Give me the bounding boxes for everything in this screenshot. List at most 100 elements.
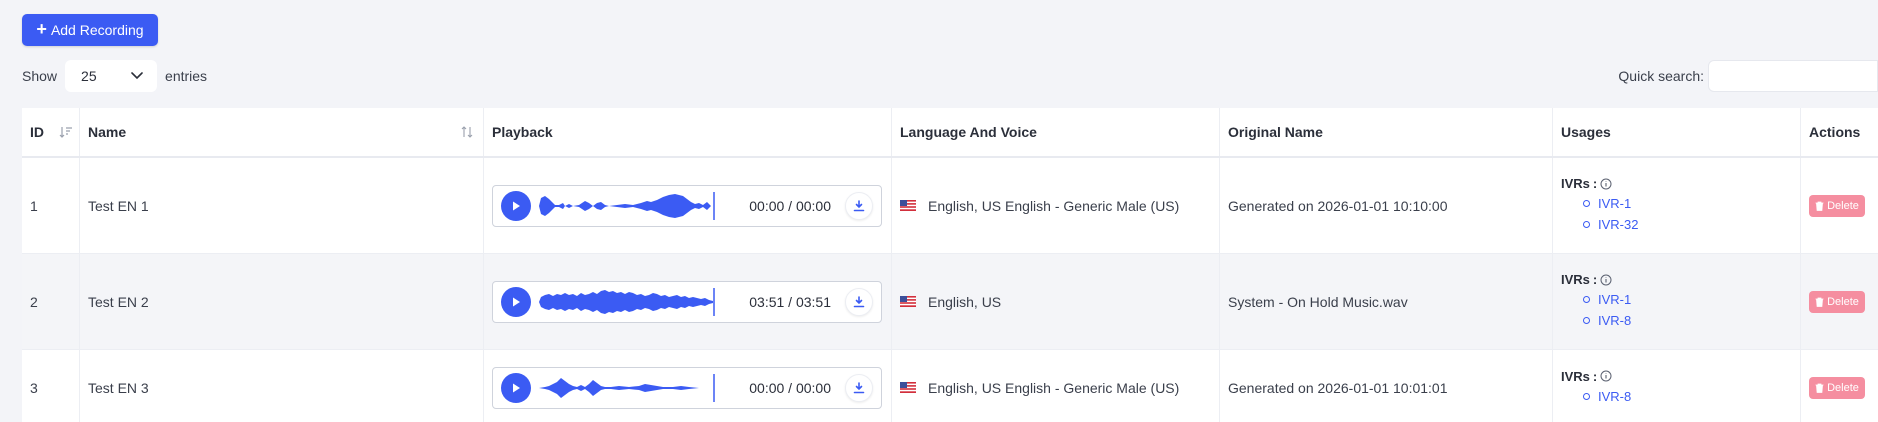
play-button[interactable] bbox=[501, 286, 531, 317]
language-voice: English, US English - Generic Male (US) bbox=[928, 197, 1180, 214]
column-header-language: Language And Voice bbox=[892, 108, 1220, 156]
entries-select[interactable]: 25 bbox=[65, 60, 158, 92]
table-row: 2 Test EN 2 03:51 / 03:51 English, US Sy… bbox=[22, 254, 1878, 350]
waveform[interactable] bbox=[539, 286, 715, 318]
audio-player: 00:00 / 00:00 bbox=[492, 184, 882, 227]
add-recording-button[interactable]: + Add Recording bbox=[22, 14, 158, 46]
language-cell: English, US English - Generic Male (US) bbox=[892, 158, 1220, 253]
language-voice: English, US English - Generic Male (US) bbox=[928, 379, 1180, 396]
column-header-name[interactable]: Name bbox=[80, 108, 484, 156]
quick-search-input[interactable] bbox=[1708, 60, 1878, 92]
usage-list: IVR-1 IVR-8 bbox=[1583, 289, 1631, 331]
quick-search: Quick search: bbox=[1618, 60, 1878, 92]
playback-time: 03:51 / 03:51 bbox=[749, 293, 831, 310]
usage-link[interactable]: IVR-8 bbox=[1583, 310, 1631, 331]
usages-cell: IVRs: IVR-1 IVR-32 bbox=[1553, 158, 1801, 253]
usage-title-label: IVRs bbox=[1561, 272, 1590, 287]
delete-button[interactable]: Delete bbox=[1809, 194, 1865, 217]
playback-time: 00:00 / 00:00 bbox=[749, 379, 831, 396]
language-cell: English, US bbox=[892, 254, 1220, 349]
us-flag-icon bbox=[900, 382, 916, 393]
entries-label: entries bbox=[165, 68, 208, 84]
trash-icon bbox=[1815, 383, 1824, 393]
playback-time: 00:00 / 00:00 bbox=[749, 197, 831, 214]
trash-icon bbox=[1815, 201, 1824, 211]
audio-player: 00:00 / 00:00 bbox=[492, 366, 882, 409]
usages-cell: IVRs: IVR-8 bbox=[1553, 350, 1801, 422]
playback-cell: 00:00 / 00:00 bbox=[484, 350, 892, 422]
column-header-usages: Usages bbox=[1553, 108, 1801, 156]
column-header-id-label: ID bbox=[30, 124, 44, 140]
download-button[interactable] bbox=[845, 373, 873, 402]
playback-cell: 00:00 / 00:00 bbox=[484, 158, 892, 253]
language-cell: English, US English - Generic Male (US) bbox=[892, 350, 1220, 422]
column-header-id[interactable]: ID bbox=[22, 108, 80, 156]
column-header-actions: Actions bbox=[1801, 108, 1878, 156]
waveform[interactable] bbox=[539, 372, 715, 404]
download-button[interactable] bbox=[845, 191, 873, 220]
original-name: System - On Hold Music.wav bbox=[1220, 254, 1553, 349]
entries-select-value: 25 bbox=[81, 68, 97, 84]
add-recording-label: Add Recording bbox=[50, 22, 144, 38]
delete-label: Delete bbox=[1827, 295, 1859, 308]
column-header-playback: Playback bbox=[484, 108, 892, 156]
delete-button[interactable]: Delete bbox=[1809, 376, 1865, 399]
download-icon bbox=[853, 295, 865, 307]
row-name: Test EN 3 bbox=[80, 350, 484, 422]
usage-link[interactable]: IVR-1 bbox=[1583, 289, 1631, 310]
info-icon[interactable] bbox=[1600, 370, 1612, 382]
column-header-language-label: Language And Voice bbox=[900, 124, 1037, 140]
original-name: Generated on 2026-01-01 10:01:01 bbox=[1220, 350, 1553, 422]
play-icon bbox=[513, 297, 520, 306]
show-label: Show bbox=[22, 68, 58, 84]
row-id: 3 bbox=[22, 350, 80, 422]
usage-title: IVRs: bbox=[1561, 369, 1612, 384]
row-id: 1 bbox=[22, 158, 80, 253]
column-header-usages-label: Usages bbox=[1561, 124, 1611, 140]
row-name: Test EN 1 bbox=[80, 158, 484, 253]
quick-search-label: Quick search: bbox=[1618, 68, 1704, 84]
usage-title-label: IVRs bbox=[1561, 368, 1590, 384]
actions-cell: Delete bbox=[1801, 158, 1878, 253]
column-header-playback-label: Playback bbox=[492, 124, 553, 140]
audio-player: 03:51 / 03:51 bbox=[492, 280, 882, 323]
usage-link[interactable]: IVR-1 bbox=[1583, 193, 1638, 214]
usage-link[interactable]: IVR-32 bbox=[1583, 214, 1638, 235]
column-header-name-label: Name bbox=[88, 124, 127, 140]
usage-list: IVR-8 bbox=[1583, 386, 1631, 407]
column-header-original-label: Original Name bbox=[1228, 124, 1323, 140]
sort-icon bbox=[461, 126, 473, 141]
column-header-original-name: Original Name bbox=[1220, 108, 1553, 156]
download-icon bbox=[853, 381, 865, 393]
language-voice: English, US bbox=[928, 293, 1002, 310]
delete-button[interactable]: Delete bbox=[1809, 290, 1865, 313]
delete-label: Delete bbox=[1827, 381, 1859, 394]
recordings-table: ID Name Playback Language And Voice Orig… bbox=[22, 108, 1878, 422]
play-icon bbox=[513, 201, 520, 210]
chevron-down-icon bbox=[131, 72, 143, 80]
us-flag-icon bbox=[900, 200, 916, 211]
actions-cell: Delete bbox=[1801, 254, 1878, 349]
usages-cell: IVRs: IVR-1 IVR-8 bbox=[1553, 254, 1801, 349]
play-button[interactable] bbox=[501, 190, 531, 221]
info-icon[interactable] bbox=[1600, 274, 1612, 286]
table-header: ID Name Playback Language And Voice Orig… bbox=[22, 108, 1878, 158]
info-icon[interactable] bbox=[1600, 178, 1612, 190]
usage-list: IVR-1 IVR-32 bbox=[1583, 193, 1638, 235]
waveform[interactable] bbox=[539, 190, 715, 222]
column-header-actions-label: Actions bbox=[1809, 124, 1861, 140]
download-icon bbox=[853, 199, 865, 211]
us-flag-icon bbox=[900, 296, 916, 307]
play-button[interactable] bbox=[501, 372, 531, 403]
trash-icon bbox=[1815, 297, 1824, 307]
actions-cell: Delete bbox=[1801, 350, 1878, 422]
download-button[interactable] bbox=[845, 287, 873, 316]
table-row: 3 Test EN 3 00:00 / 00:00 English, US En… bbox=[22, 350, 1878, 422]
usage-title: IVRs: bbox=[1561, 272, 1612, 287]
entries-length-control: Show 25 entries bbox=[22, 60, 207, 92]
playback-cell: 03:51 / 03:51 bbox=[484, 254, 892, 349]
usage-title-label: IVRs bbox=[1561, 176, 1590, 191]
delete-label: Delete bbox=[1827, 199, 1859, 212]
usage-link[interactable]: IVR-8 bbox=[1583, 386, 1631, 407]
original-name: Generated on 2026-01-01 10:10:00 bbox=[1220, 158, 1553, 253]
